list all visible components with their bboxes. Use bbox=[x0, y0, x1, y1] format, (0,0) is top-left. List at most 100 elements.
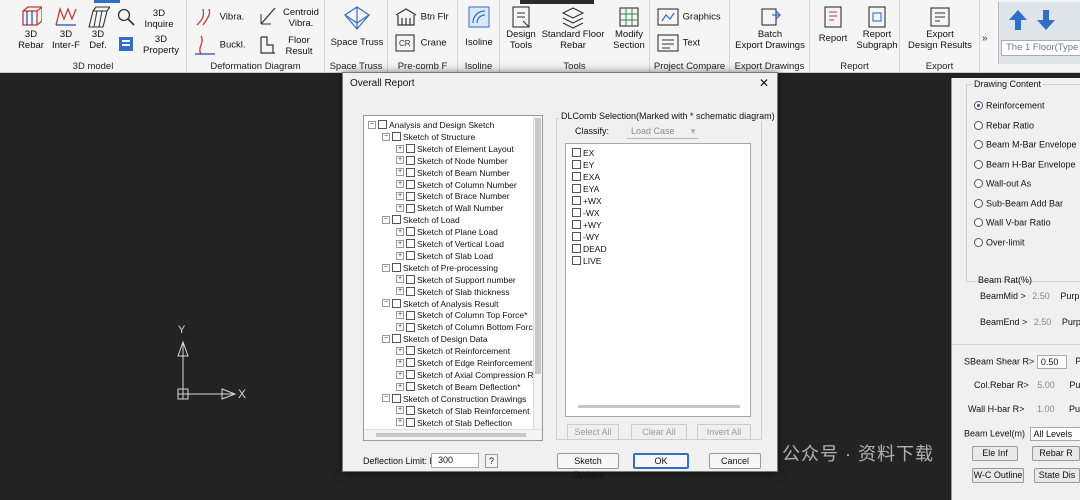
state-dis-button[interactable]: State Dis bbox=[1034, 468, 1080, 483]
export-design-results-button[interactable]: Export Design Results bbox=[902, 5, 978, 51]
load-case-item[interactable]: -WX bbox=[570, 206, 600, 218]
floor-select[interactable]: The 1 Floor(Type bbox=[1001, 40, 1080, 56]
expand-icon[interactable]: + bbox=[396, 204, 404, 213]
classify-select[interactable]: Load Case ▼ bbox=[627, 125, 699, 139]
tree-checkbox[interactable] bbox=[392, 334, 401, 344]
tree-checkbox[interactable] bbox=[406, 239, 415, 249]
tree-checkbox[interactable] bbox=[406, 155, 415, 165]
radio-icon[interactable] bbox=[974, 237, 983, 247]
load-case-checkbox[interactable] bbox=[572, 172, 581, 182]
radio-icon[interactable] bbox=[974, 179, 983, 189]
beam-mid-value[interactable]: 2.50 bbox=[1032, 291, 1050, 301]
radio-icon[interactable] bbox=[974, 198, 983, 208]
close-icon[interactable]: ✕ bbox=[759, 76, 769, 90]
tree-checkbox[interactable] bbox=[406, 322, 415, 332]
beam-end-color[interactable]: Purple bbox=[1062, 317, 1080, 327]
tree-checkbox[interactable] bbox=[406, 286, 415, 296]
load-case-item[interactable]: EYA bbox=[570, 182, 599, 194]
drawing-content-option[interactable]: Beam M-Bar Envelope bbox=[974, 139, 1077, 150]
clear-all-button[interactable]: Clear All bbox=[631, 424, 687, 440]
load-case-checkbox[interactable] bbox=[572, 160, 581, 170]
tree-checkbox[interactable] bbox=[392, 132, 401, 142]
tree-checkbox[interactable] bbox=[406, 405, 415, 415]
wc-outline-button[interactable]: W-C Outline bbox=[972, 468, 1024, 483]
load-case-item[interactable]: +WX bbox=[570, 194, 602, 206]
report-button[interactable]: Report bbox=[814, 5, 852, 44]
tree-item[interactable]: + Sketch of Reinforcement bbox=[396, 344, 510, 356]
help-button[interactable]: ? bbox=[485, 454, 498, 468]
tree-item[interactable]: − Sketch of Load bbox=[382, 213, 460, 225]
tree-item[interactable]: + Sketch of Slab thickness bbox=[396, 285, 510, 297]
tree-checkbox[interactable] bbox=[406, 370, 415, 380]
tree-item[interactable]: + Sketch of Column Top Force* bbox=[396, 308, 527, 320]
expand-icon[interactable]: + bbox=[396, 275, 404, 284]
load-case-checkbox[interactable] bbox=[572, 256, 581, 266]
floor-result-button[interactable] bbox=[257, 33, 279, 55]
invert-all-button[interactable]: Invert All bbox=[697, 424, 751, 440]
tree-item[interactable]: − Sketch of Design Data bbox=[382, 332, 488, 344]
expand-icon[interactable]: + bbox=[396, 180, 404, 189]
drawing-content-option[interactable]: Over-limit bbox=[974, 237, 1025, 247]
tree-checkbox[interactable] bbox=[406, 346, 415, 356]
tree-item[interactable]: + Sketch of Brace Number bbox=[396, 189, 510, 201]
load-case-item[interactable]: EX bbox=[570, 146, 594, 158]
tree-item[interactable]: + Sketch of Axial Compression Ratio bbox=[396, 368, 542, 380]
tree-checkbox[interactable] bbox=[406, 227, 415, 237]
tree-item[interactable]: − Sketch of Pre-processing bbox=[382, 261, 498, 273]
expand-icon[interactable]: + bbox=[396, 418, 404, 427]
tree-checkbox[interactable] bbox=[406, 310, 415, 320]
collapse-icon[interactable]: − bbox=[382, 394, 390, 403]
expand-icon[interactable]: + bbox=[396, 168, 404, 177]
design-tools-button[interactable]: Design Tools bbox=[502, 5, 540, 51]
ok-button[interactable]: OK bbox=[633, 453, 689, 469]
beam-level-select[interactable]: All Levels bbox=[1029, 427, 1080, 441]
drawing-content-option[interactable]: Beam H-Bar Envelope bbox=[974, 159, 1076, 169]
ribbon-overflow-button[interactable]: » bbox=[982, 33, 988, 44]
collapse-icon[interactable]: − bbox=[368, 120, 376, 129]
expand-icon[interactable]: + bbox=[396, 382, 404, 391]
report-subgraph-button[interactable]: Report Subgraph bbox=[854, 5, 900, 51]
load-case-checkbox[interactable] bbox=[572, 220, 581, 230]
colrebar-color[interactable]: Purp bbox=[1069, 380, 1080, 390]
btn-flr-button[interactable]: Btn Flr bbox=[394, 7, 449, 27]
drawing-content-option[interactable]: Wall V-bar Ratio bbox=[974, 217, 1051, 228]
tree-item[interactable]: + Sketch of Beam Number bbox=[396, 166, 510, 178]
tree-item[interactable]: + Sketch of Vertical Load bbox=[396, 237, 504, 249]
load-case-checkbox[interactable] bbox=[572, 208, 581, 218]
drawing-content-option[interactable]: Rebar Ratio bbox=[974, 120, 1034, 130]
tree-item[interactable]: + Sketch of Slab Load bbox=[396, 249, 493, 261]
tree-item[interactable]: + Sketch of Slab Reinforcement bbox=[396, 404, 529, 416]
3d-inquire-button[interactable] bbox=[116, 7, 136, 27]
tree-checkbox[interactable] bbox=[392, 263, 401, 273]
rebar-r-button[interactable]: Rebar R bbox=[1032, 446, 1080, 461]
floor-down-icon[interactable] bbox=[1035, 8, 1057, 32]
load-case-checkbox[interactable] bbox=[572, 196, 581, 206]
load-case-item[interactable]: +WY bbox=[570, 218, 602, 230]
radio-icon[interactable] bbox=[974, 159, 983, 169]
standard-floor-rebar-button[interactable]: Standard Floor Rebar bbox=[540, 5, 606, 51]
tree-item[interactable]: + Sketch of Column Number bbox=[396, 178, 517, 190]
expand-icon[interactable]: + bbox=[396, 144, 404, 153]
radio-icon[interactable] bbox=[974, 218, 983, 228]
expand-icon[interactable]: + bbox=[396, 358, 404, 367]
tree-checkbox[interactable] bbox=[406, 203, 415, 213]
tree-checkbox[interactable] bbox=[378, 120, 387, 130]
tree-item[interactable]: + Sketch of Beam Deflection* bbox=[396, 380, 520, 392]
expand-icon[interactable]: + bbox=[396, 323, 404, 332]
collapse-icon[interactable]: − bbox=[382, 263, 390, 272]
sketch-options-button[interactable]: Sketch Options bbox=[557, 453, 619, 480]
3d-property-button[interactable] bbox=[116, 34, 136, 54]
expand-icon[interactable]: + bbox=[396, 311, 404, 320]
sketch-tree[interactable]: − Analysis and Design Sketch − Sketch of St… bbox=[363, 115, 543, 441]
text-button[interactable]: Text bbox=[656, 33, 700, 53]
load-case-scrollbar[interactable] bbox=[578, 405, 740, 408]
load-case-item[interactable]: DEAD bbox=[570, 242, 607, 254]
drawing-content-option[interactable]: Reinforcement bbox=[974, 100, 1045, 111]
tree-checkbox[interactable] bbox=[406, 191, 415, 201]
sbeam-value[interactable]: 0.50 bbox=[1036, 355, 1067, 369]
vibra-button[interactable]: Vibra. bbox=[193, 7, 244, 27]
expand-icon[interactable]: + bbox=[396, 370, 404, 379]
expand-icon[interactable]: + bbox=[396, 251, 404, 260]
tree-checkbox[interactable] bbox=[392, 298, 401, 308]
collapse-icon[interactable]: − bbox=[382, 132, 390, 141]
